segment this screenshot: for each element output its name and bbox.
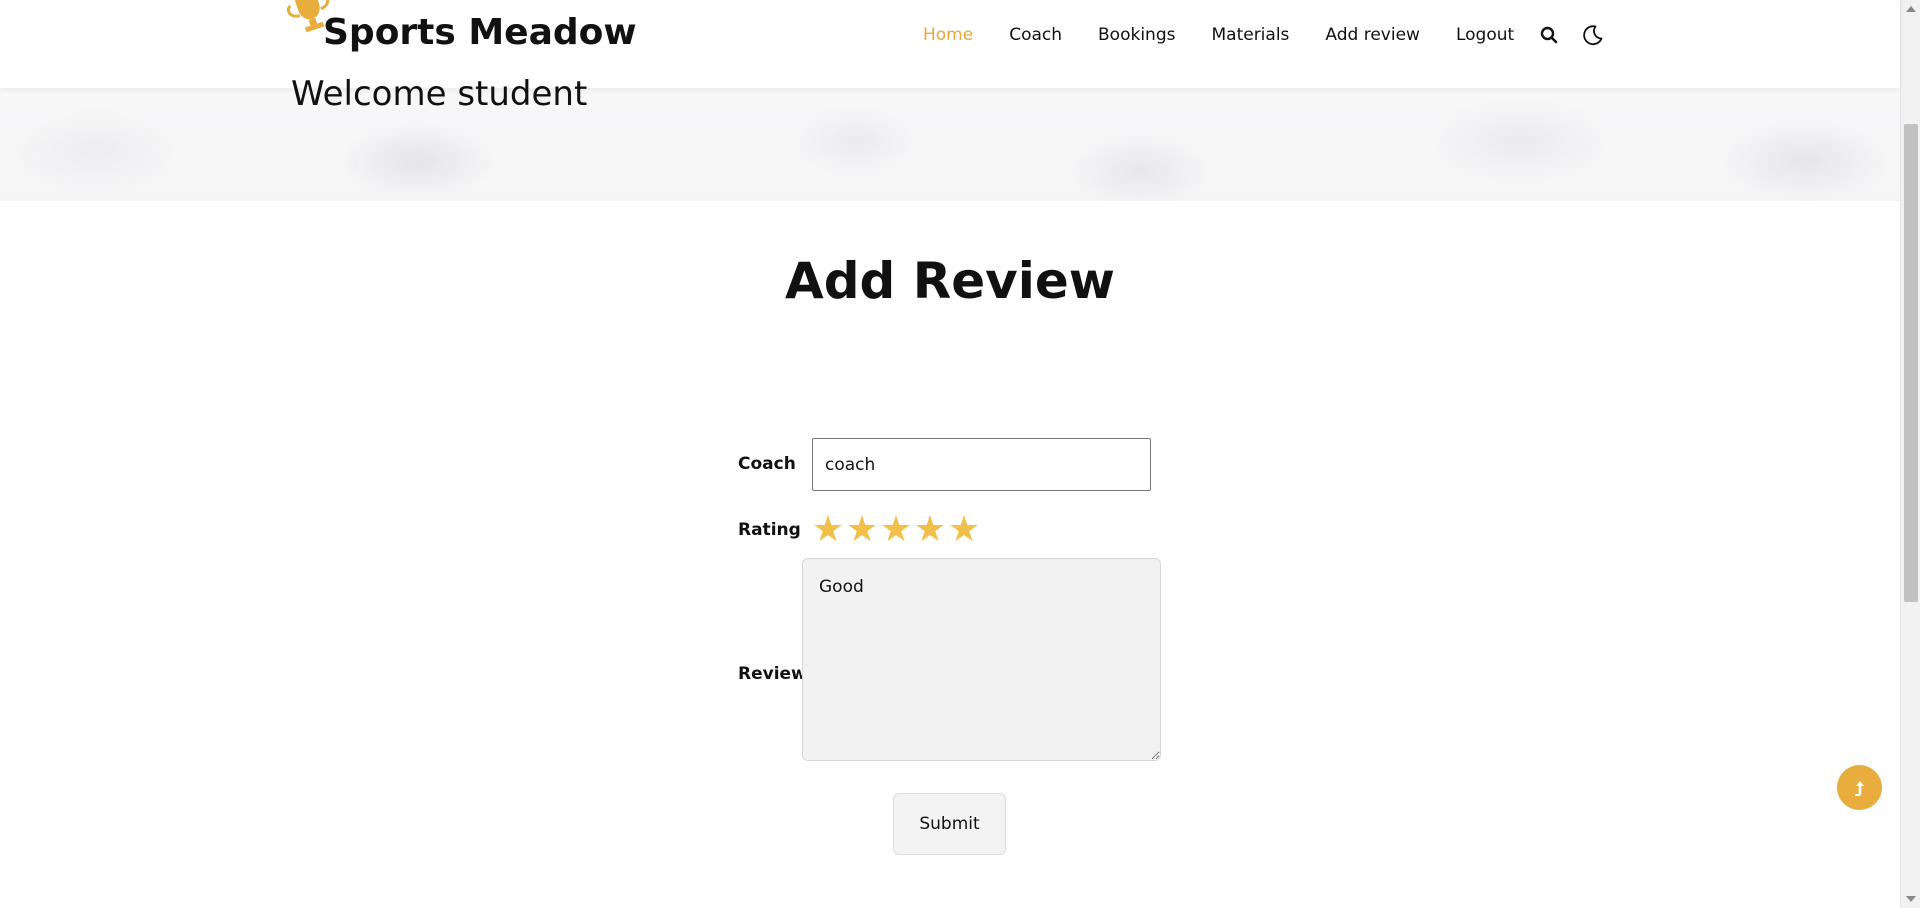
page-title: Add Review	[785, 252, 1115, 310]
search-icon[interactable]	[1540, 26, 1558, 44]
review-textarea[interactable]: Good	[802, 558, 1161, 761]
rating-label: Rating	[738, 520, 801, 540]
scrollbar-thumb[interactable]	[1904, 124, 1918, 602]
nav-item-materials[interactable]: Materials	[1211, 25, 1289, 45]
scroll-down-icon[interactable]	[1906, 896, 1916, 902]
site-header: Sports Meadow Home Coach Bookings Materi…	[0, 0, 1900, 88]
moon-icon[interactable]	[1580, 23, 1604, 47]
submit-button[interactable]: Submit	[893, 793, 1006, 855]
rating-stars: ★ ★ ★ ★ ★	[811, 509, 981, 551]
star-icon[interactable]: ★	[947, 509, 981, 551]
main-nav: Home Coach Bookings Materials Add review…	[923, 22, 1604, 48]
nav-item-home[interactable]: Home	[923, 25, 973, 45]
review-label: Review	[738, 664, 807, 684]
star-icon[interactable]: ★	[913, 509, 947, 551]
star-icon[interactable]: ★	[811, 509, 845, 551]
vertical-scrollbar[interactable]	[1900, 0, 1920, 908]
coach-input[interactable]	[812, 438, 1151, 491]
welcome-text: Welcome student	[291, 74, 588, 114]
back-to-top-button[interactable]	[1837, 765, 1882, 810]
coach-label: Coach	[738, 454, 796, 474]
scroll-up-icon[interactable]	[1906, 6, 1916, 12]
nav-item-bookings[interactable]: Bookings	[1098, 25, 1175, 45]
nav-item-coach[interactable]: Coach	[1009, 25, 1062, 45]
arrow-up-icon	[1854, 780, 1864, 796]
star-icon[interactable]: ★	[845, 509, 879, 551]
nav-item-logout[interactable]: Logout	[1456, 25, 1514, 45]
star-icon[interactable]: ★	[879, 509, 913, 551]
brand-name: Sports Meadow	[323, 12, 637, 53]
nav-item-add-review[interactable]: Add review	[1325, 25, 1420, 45]
